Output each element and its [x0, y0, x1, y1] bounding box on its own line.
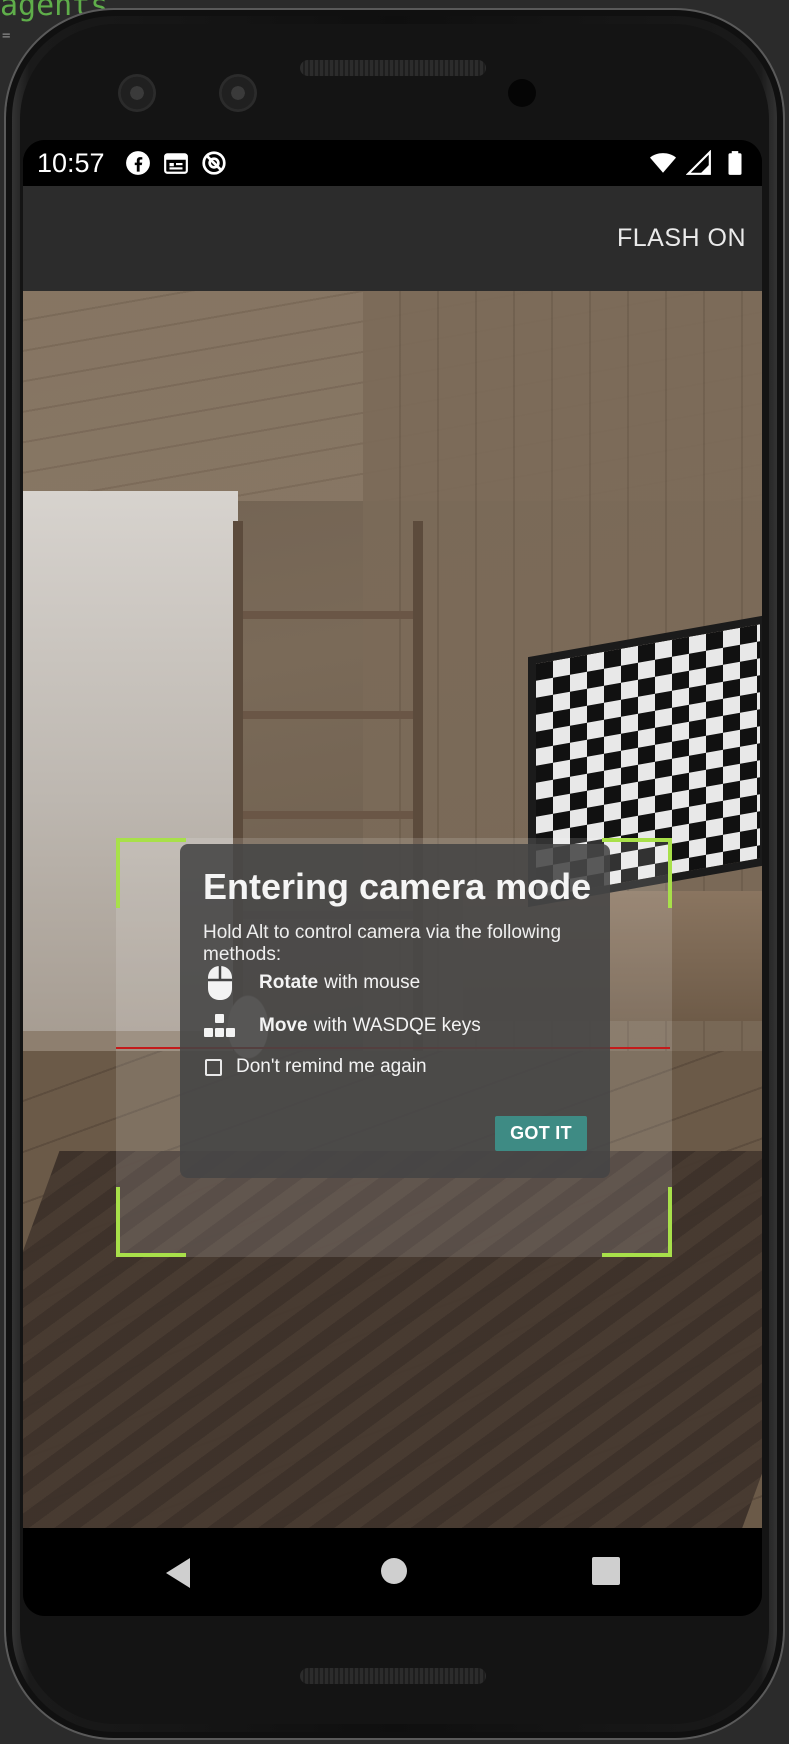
scan-corner-top-left — [116, 838, 186, 908]
flash-toggle-button[interactable]: FLASH ON — [617, 224, 746, 253]
app-bar: FLASH ON — [23, 186, 762, 291]
status-time: 10:57 — [37, 148, 105, 178]
move-description: with WASDQE keys — [313, 1015, 481, 1036]
dialog-body: Hold Alt to control camera via the follo… — [203, 922, 562, 965]
front-camera-2-icon — [219, 74, 257, 112]
status-bar: 10:57 — [23, 140, 762, 186]
camera-viewfinder: Entering camera mode Hold Alt to control… — [23, 291, 762, 1528]
top-speaker — [300, 60, 486, 76]
move-label: Move — [259, 1015, 308, 1036]
status-system-icons — [650, 150, 748, 176]
calendar-icon — [164, 153, 188, 174]
facebook-icon — [126, 151, 150, 175]
back-icon[interactable] — [163, 1556, 193, 1595]
status-notification-icons — [125, 150, 227, 176]
scan-corner-top-right — [602, 838, 672, 908]
scan-corner-bottom-left — [116, 1187, 186, 1257]
shelf-board — [243, 611, 413, 619]
checkbox-box[interactable] — [205, 1058, 222, 1076]
cell-signal-icon — [686, 150, 711, 175]
mouse-icon — [203, 964, 237, 1002]
rotate-instruction: Rotate with mouse — [203, 964, 420, 1002]
got-it-button[interactable]: GOT IT — [495, 1116, 587, 1151]
wifi-icon — [650, 153, 676, 173]
keys-icon — [203, 1007, 237, 1045]
battery-icon — [728, 151, 742, 175]
recents-icon[interactable] — [591, 1556, 621, 1591]
scan-corner-bottom-right — [602, 1187, 672, 1257]
do-not-disturb-icon — [202, 151, 226, 175]
move-instruction: Move with WASDQE keys — [203, 1007, 481, 1045]
navigation-bar — [23, 1528, 762, 1616]
camera-mode-dialog: Entering camera mode Hold Alt to control… — [180, 844, 610, 1178]
shelf-board — [243, 711, 413, 719]
dialog-title: Entering camera mode — [203, 866, 592, 907]
background-code-marks: = — [2, 28, 11, 44]
dont-remind-label: Don't remind me again — [236, 1056, 427, 1077]
bottom-speaker — [300, 1668, 486, 1684]
rotate-description: with mouse — [324, 972, 421, 993]
shelf-board — [243, 811, 413, 819]
front-camera-icon — [118, 74, 156, 112]
device-screen: 10:57 FLASH ON Entering camera mode Hold… — [23, 140, 762, 1616]
dont-remind-checkbox[interactable]: Don't remind me again — [205, 1056, 427, 1078]
home-icon[interactable] — [379, 1556, 409, 1591]
rotate-label: Rotate — [259, 972, 319, 993]
proximity-sensor — [508, 79, 536, 107]
